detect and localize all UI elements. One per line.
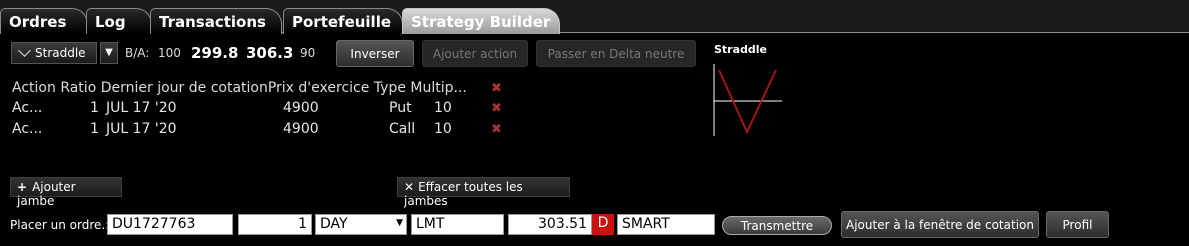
close-icon: ✕ bbox=[404, 180, 415, 194]
bid-size: 100 bbox=[158, 46, 181, 60]
delete-leg-icon[interactable]: ✖ bbox=[491, 122, 502, 137]
chevron-down-icon bbox=[18, 44, 31, 57]
leg-action[interactable]: Ac... bbox=[12, 100, 42, 116]
header-strike: Prix d'exercice bbox=[267, 80, 370, 96]
quantity-field[interactable]: 1 bbox=[238, 214, 312, 235]
invert-button[interactable]: Inverser bbox=[336, 40, 414, 67]
delete-leg-icon[interactable]: ✖ bbox=[491, 101, 502, 116]
header-multiplier: Multip... bbox=[410, 80, 467, 96]
clear-legs-button[interactable]: ✕ Effacer toutes les jambes bbox=[397, 177, 570, 208]
ask-size: 90 bbox=[300, 46, 316, 60]
leg-action[interactable]: Ac... bbox=[12, 121, 42, 137]
leg-strike[interactable]: 4900 bbox=[283, 100, 319, 116]
route-field[interactable]: SMART bbox=[617, 214, 715, 235]
plus-icon: + bbox=[17, 180, 28, 194]
legs-header-row: Action Ratio Dernier jour de cotationPri… bbox=[12, 80, 467, 96]
strategy-dropdown-button[interactable]: ▼ bbox=[100, 42, 118, 64]
strategy-name: Straddle bbox=[35, 46, 86, 60]
add-to-quote-window-button[interactable]: Ajouter à la fenêtre de cotation bbox=[841, 211, 1039, 238]
payoff-chart-title: Straddle bbox=[714, 43, 768, 56]
tab-log[interactable]: Log bbox=[86, 8, 152, 34]
limit-price-field[interactable]: 303.51 bbox=[508, 214, 592, 235]
header-last-trading-day: Dernier jour de cotation bbox=[100, 80, 268, 96]
delta-neutral-button[interactable]: Passer en Delta neutre bbox=[536, 40, 696, 67]
caret-down-icon: ▼ bbox=[396, 218, 403, 228]
leg-type[interactable]: Put bbox=[389, 100, 412, 116]
add-action-button[interactable]: Ajouter action bbox=[422, 40, 528, 67]
order-type-field[interactable]: LMT bbox=[411, 214, 504, 235]
leg-strike[interactable]: 4900 bbox=[283, 121, 319, 137]
profile-button[interactable]: Profil bbox=[1046, 211, 1109, 238]
header-type: Type bbox=[373, 80, 406, 96]
header-action: Action bbox=[12, 80, 56, 96]
clear-legs-label: Effacer toutes les jambes bbox=[404, 180, 523, 208]
tab-portefeuille[interactable]: Portefeuille bbox=[283, 8, 403, 34]
add-leg-button[interactable]: + Ajouter jambe bbox=[10, 177, 122, 208]
bid-ask-label: B/A: bbox=[125, 46, 150, 60]
leg-last-day[interactable]: JUL 17 '20 bbox=[106, 121, 177, 137]
tif-select[interactable]: DAY ▼ bbox=[315, 214, 407, 235]
place-order-label: Placer un ordre.: bbox=[10, 218, 110, 232]
tab-label: Transactions bbox=[159, 13, 266, 31]
tab-label: Strategy Builder bbox=[411, 13, 551, 31]
leg-ratio[interactable]: 1 bbox=[90, 100, 99, 116]
leg-last-day[interactable]: JUL 17 '20 bbox=[106, 100, 177, 116]
tab-label: Portefeuille bbox=[292, 13, 392, 31]
ask-price: 306.3 bbox=[246, 44, 294, 62]
tab-ordres[interactable]: Ordres bbox=[0, 8, 88, 34]
header-ratio: Ratio bbox=[60, 80, 97, 96]
tab-transactions[interactable]: Transactions bbox=[150, 8, 282, 34]
leg-multiplier: 10 bbox=[434, 121, 452, 137]
transmit-button[interactable]: Transmettre bbox=[722, 216, 832, 235]
strategy-selector-button[interactable]: Straddle bbox=[11, 42, 97, 64]
tab-bar: Ordres Log Transactions Portefeuille Str… bbox=[0, 0, 1189, 34]
caret-down-icon: ▼ bbox=[105, 47, 113, 58]
tab-strategy-builder[interactable]: Strategy Builder bbox=[402, 8, 560, 34]
bid-price: 299.8 bbox=[191, 44, 239, 62]
leg-ratio[interactable]: 1 bbox=[90, 121, 99, 137]
account-field[interactable]: DU1727763 bbox=[107, 214, 233, 235]
tab-label: Log bbox=[95, 13, 126, 31]
leg-type[interactable]: Call bbox=[389, 121, 415, 137]
payoff-chart bbox=[713, 64, 782, 136]
leg-multiplier: 10 bbox=[434, 100, 452, 116]
tif-value: DAY bbox=[320, 216, 348, 232]
delete-all-icon[interactable]: ✖ bbox=[491, 81, 502, 96]
price-flag-badge[interactable]: D bbox=[592, 214, 614, 235]
tab-label: Ordres bbox=[9, 13, 67, 31]
